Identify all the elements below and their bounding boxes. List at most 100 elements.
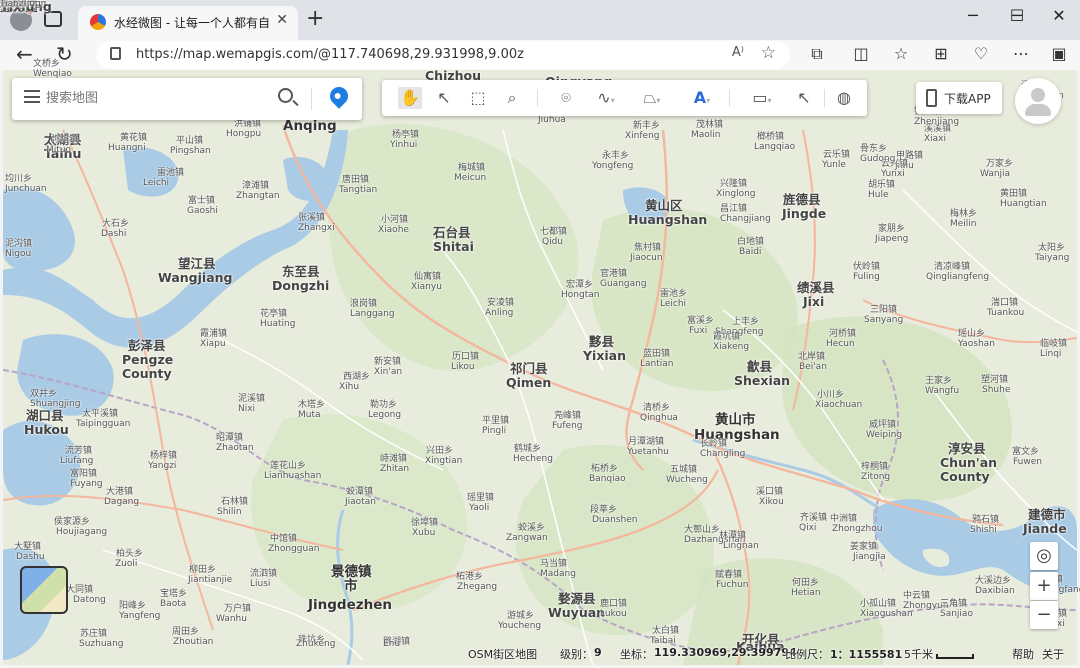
- extensions-icon[interactable]: ⧉: [806, 44, 828, 64]
- map-label-town: Maolin: [691, 130, 721, 140]
- map-label-town: Linqi: [1040, 349, 1062, 359]
- map-label-town: Changjiang: [720, 214, 771, 224]
- window-close-button[interactable]: ✕: [1036, 6, 1080, 25]
- browser-essentials-icon[interactable]: ♡: [970, 44, 992, 63]
- map-label-county: Hukou: [24, 422, 69, 437]
- map-label-town: Shuhe: [982, 385, 1011, 395]
- help-link[interactable]: 帮助: [1012, 646, 1034, 662]
- map-label-town: Zhangtan: [236, 191, 280, 201]
- locate-icon[interactable]: ◎: [1030, 542, 1058, 570]
- map-label-town: Lingnan: [723, 541, 759, 551]
- new-tab-button[interactable]: +: [306, 6, 324, 31]
- zoom-box-icon[interactable]: ⌕: [500, 87, 524, 109]
- active-tab[interactable]: 水经微图 - 让每一个人都有自己的 ✕: [78, 6, 298, 40]
- map-label-town: Ehu: [383, 639, 401, 649]
- map-label-town: Yaoli: [469, 503, 490, 513]
- polyline-tool-icon[interactable]: ∿▾: [588, 87, 624, 109]
- map-label-town: Xiaohe: [378, 225, 409, 235]
- box-select-icon[interactable]: ⬚: [466, 87, 490, 109]
- collections-icon[interactable]: ⊞: [930, 44, 952, 63]
- map-label-town: Huangni: [108, 143, 146, 153]
- search-panel: [12, 78, 362, 120]
- map-label-county: Huangshan: [628, 212, 708, 227]
- tab-close-icon[interactable]: ✕: [276, 12, 288, 28]
- map-label-town: Nigou: [5, 249, 32, 259]
- map-label-town: Yunle: [822, 160, 846, 170]
- map-label-town: Xiapu: [200, 339, 226, 349]
- lock-icon[interactable]: [110, 47, 121, 60]
- map-label-town: Langqiao: [754, 142, 796, 152]
- layer-name: OSM街区地图: [468, 648, 538, 661]
- favorites-icon[interactable]: ☆: [890, 44, 912, 63]
- map-label-county: Wuyuan: [548, 605, 606, 620]
- map-label-town: Zhoutian: [173, 637, 214, 647]
- map-label-town: Zhenjiang: [914, 117, 960, 127]
- map-label-town: Zhaotan: [216, 443, 254, 453]
- map-label-town: Hecheng: [513, 454, 553, 464]
- map-label-town: Baota: [160, 599, 187, 609]
- divider: [311, 88, 312, 110]
- back-arrow-icon[interactable]: ←: [16, 42, 33, 66]
- layer-switcher-thumbnail[interactable]: [20, 566, 68, 614]
- window-maximize-button[interactable]: ☐: [994, 6, 1040, 25]
- zoom-in-button[interactable]: +: [1030, 572, 1058, 600]
- download-app-button[interactable]: 下载APP: [916, 82, 1002, 114]
- location-pin-icon[interactable]: [326, 83, 352, 109]
- about-link[interactable]: 关于: [1042, 646, 1064, 662]
- menu-icon[interactable]: [24, 90, 40, 103]
- zoom-out-button[interactable]: −: [1030, 601, 1058, 629]
- map-label-town: Zhangxi: [298, 223, 335, 233]
- split-screen-icon[interactable]: ◫: [850, 44, 872, 63]
- map-label-town: Dagang: [104, 497, 140, 507]
- sidebar-toggle-icon[interactable]: ▣: [1048, 44, 1070, 63]
- more-menu-icon[interactable]: ⋯: [1010, 44, 1032, 63]
- address-bar[interactable]: https://map.wemapgis.com/@117.740698,29.…: [96, 41, 790, 69]
- scalebar-label: 5千米: [904, 648, 933, 661]
- map-label-county: County: [940, 469, 990, 484]
- measure-tool-icon[interactable]: ▭▾: [742, 87, 782, 109]
- map-label-county: Shexian: [734, 373, 791, 388]
- window-minimize-button[interactable]: ─: [950, 6, 996, 25]
- map-label-county: 绩溪县: [797, 280, 835, 295]
- polygon-tool-icon[interactable]: ⏢▾: [634, 87, 670, 109]
- map-label-town: Datong: [73, 595, 106, 605]
- map-label-town: Suzhuang: [79, 639, 124, 649]
- favorite-star-icon[interactable]: ☆: [761, 43, 776, 63]
- map-label-town: Zhukeng: [296, 639, 336, 649]
- map-label-town: Qinghua: [640, 413, 678, 423]
- scale-bar: [936, 654, 974, 659]
- map-label-town: Junchuan: [5, 184, 47, 194]
- map-label-county: 淳安县: [948, 441, 986, 456]
- search-input[interactable]: [46, 87, 246, 109]
- search-icon[interactable]: [278, 88, 293, 103]
- text-tool-icon[interactable]: A▾: [684, 87, 720, 109]
- map-label-town: Langgang: [350, 309, 395, 319]
- map-label-town: Yuetanhu: [627, 447, 669, 457]
- map-label-town: Yangfeng: [119, 611, 161, 621]
- divider: [824, 89, 825, 107]
- marker-tool-icon[interactable]: ⌾: [554, 87, 578, 109]
- url-text[interactable]: https://map.wemapgis.com/@117.740698,29.…: [136, 47, 524, 62]
- map-label-town: Qidu: [542, 237, 564, 247]
- map-label-town: Mituo: [46, 145, 72, 155]
- map-label-town: Fuchun: [716, 580, 749, 590]
- map-label-county: Qimen: [506, 375, 552, 390]
- scale-value: 1：1155581: [830, 648, 903, 661]
- coord-label: 坐标：: [620, 648, 653, 661]
- map-label-county: 彭泽县: [128, 338, 166, 353]
- globe-icon[interactable]: ◍: [832, 87, 856, 109]
- pointer-info-icon[interactable]: ↖: [792, 87, 816, 109]
- map-label-city: 市: [344, 578, 358, 594]
- map-label-town: Xubu: [412, 528, 436, 538]
- map-label-town: Fuxi: [689, 326, 708, 336]
- map-label-town: Madang: [540, 569, 576, 579]
- user-avatar[interactable]: [1015, 78, 1061, 124]
- map-label-town: Huating: [260, 319, 296, 329]
- read-aloud-icon[interactable]: A⁾: [732, 45, 744, 60]
- select-arrow-icon[interactable]: ↖: [432, 87, 456, 109]
- map-label-town: Jiangjia: [853, 552, 886, 562]
- map-label-town: Sanyang: [864, 315, 904, 325]
- pan-hand-icon[interactable]: ✋: [398, 87, 422, 109]
- map-label-town: Sanjiao: [940, 609, 973, 619]
- map-label-town: Meicun: [454, 173, 487, 183]
